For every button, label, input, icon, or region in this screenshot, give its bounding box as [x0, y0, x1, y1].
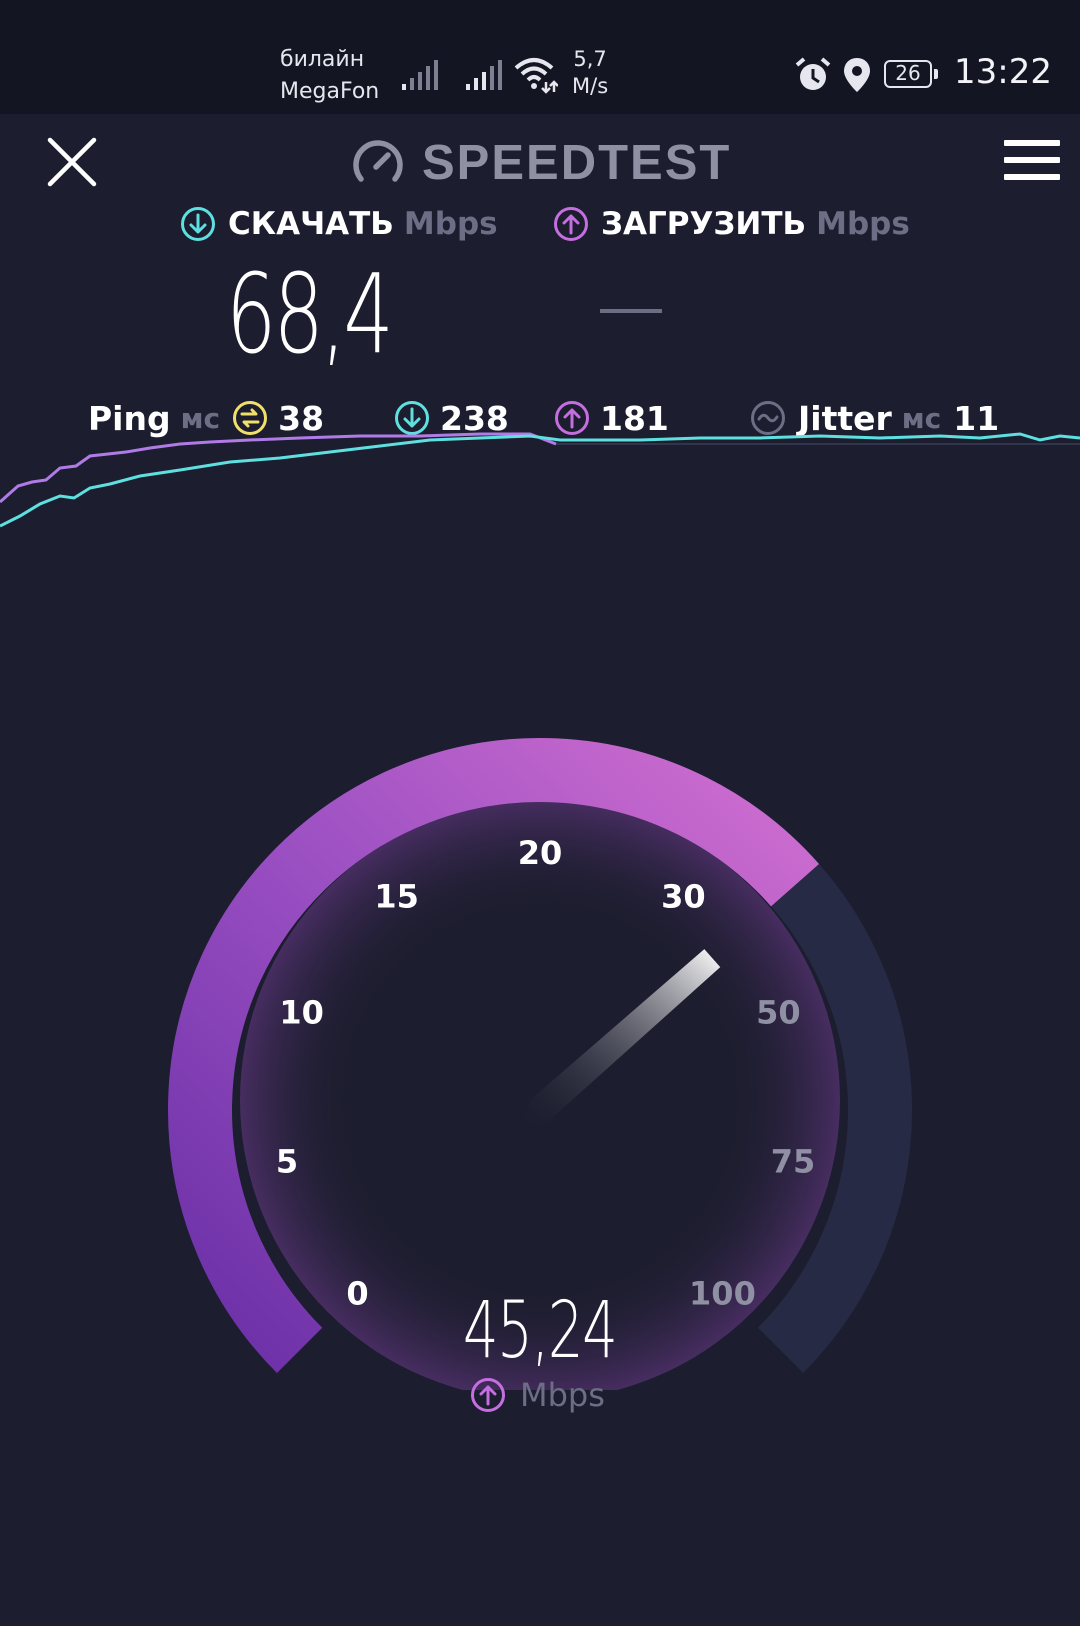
arrow-up-circle-icon: [555, 401, 589, 435]
live-speed-value: 45,24: [0, 1286, 1080, 1376]
alarm-icon: [795, 57, 831, 90]
signal-icon: [402, 60, 438, 90]
upload-unit: Mbps: [816, 206, 910, 242]
carrier-names: билайн MegaFon: [280, 44, 379, 108]
speed-gauge: 05101520305075100: [168, 738, 912, 1390]
gauge-scale-label: 75: [771, 1142, 816, 1180]
live-speed-unit: Mbps: [520, 1376, 605, 1414]
carrier-1: билайн: [280, 47, 365, 72]
carrier-2: MegaFon: [280, 79, 380, 104]
speed-history-graph: [0, 432, 1080, 528]
battery-icon: 26: [884, 60, 938, 88]
close-icon[interactable]: [44, 134, 100, 190]
ping-unit: мс: [180, 401, 221, 435]
arrow-down-circle-icon: [181, 207, 215, 241]
arrow-up-circle-icon: [554, 207, 588, 241]
arrow-down-circle-icon: [395, 401, 429, 435]
wifi-icon: [514, 58, 558, 94]
signal-icon: [466, 60, 502, 90]
speedometer-icon: [353, 140, 403, 182]
jitter-icon: [751, 401, 785, 435]
arrow-up-circle-icon: [471, 1378, 505, 1412]
live-speed-number: 45,24: [463, 1286, 618, 1376]
jitter-unit: мс: [901, 401, 942, 435]
app-brand: SPEEDTEST: [352, 132, 731, 194]
ping-icon: [233, 401, 268, 435]
gauge-scale-label: 15: [374, 877, 419, 915]
download-header: СКАЧАТЬ Mbps: [180, 206, 498, 242]
upload-header: ЗАГРУЗИТЬ Mbps: [553, 206, 910, 242]
app-title: SPEEDTEST: [422, 136, 732, 190]
upload-value: [600, 309, 662, 313]
menu-icon[interactable]: [1004, 140, 1060, 184]
gauge-scale-label: 5: [276, 1142, 298, 1180]
download-unit: Mbps: [403, 206, 498, 242]
network-speed-value: 5,7: [573, 47, 607, 71]
gauge-scale-label: 30: [661, 877, 706, 915]
status-bar: билайн MegaFon 5,7 M/s 26 13:22: [0, 0, 1080, 114]
location-icon: [844, 58, 870, 92]
clock: 13:22: [954, 52, 1052, 92]
upload-label: ЗАГРУЗИТЬ: [601, 206, 807, 242]
gauge-scale-label: 10: [279, 993, 324, 1031]
network-speed-unit: M/s: [572, 74, 609, 98]
live-speed-unit-row: Mbps: [470, 1376, 605, 1414]
network-speed: 5,7 M/s: [572, 46, 608, 100]
download-label: СКАЧАТЬ: [228, 206, 394, 242]
gauge-scale-label: 50: [756, 993, 801, 1031]
gauge-scale-label: 20: [518, 834, 563, 872]
download-value: 68,4: [226, 250, 394, 378]
